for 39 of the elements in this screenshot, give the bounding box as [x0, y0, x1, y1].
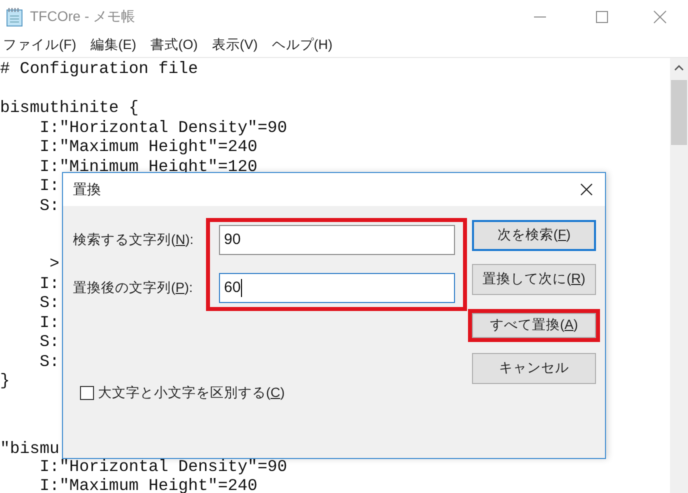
text-line: } — [0, 371, 10, 390]
field-label: 置換後の文字列(P): — [73, 278, 193, 297]
text-line: S: — [38, 352, 60, 370]
text-line: I:"Minimum Height"=120 — [38, 156, 258, 176]
text-line: S: — [38, 196, 60, 214]
text-line: > — [48, 254, 60, 273]
text-line: S: — [38, 293, 60, 312]
text-line: I: — [38, 274, 60, 292]
menu-item[interactable]: 書式(O) — [150, 34, 198, 56]
text-line: I: — [38, 176, 60, 195]
text-line: S: — [38, 332, 60, 351]
dialog-button[interactable]: 次を検索(F) — [472, 220, 596, 251]
dialog-button[interactable]: 置換して次に(R) — [472, 264, 596, 295]
field-label: 検索する文字列(N): — [73, 230, 194, 249]
scrollbar-thumb[interactable] — [671, 80, 687, 145]
text-line: I:"Horizontal Density"=90 — [38, 457, 288, 476]
scrollbar[interactable] — [670, 58, 688, 493]
case-checkbox[interactable]: 大文字と小文字を区別する(C) — [80, 383, 285, 404]
text-line: I: — [38, 312, 60, 332]
text-line: I:"Maximum Height"=240 — [38, 476, 258, 493]
window-title: TFCOre - メモ帳 — [30, 7, 135, 26]
scroll-up-icon[interactable] — [674, 64, 684, 72]
text-line: bismuthinite { — [0, 98, 139, 117]
notepad-icon — [6, 6, 24, 26]
text-line: # Configuration file — [0, 59, 198, 78]
close-icon[interactable] — [580, 183, 593, 196]
menu-item[interactable]: ファイル(F) — [3, 34, 76, 56]
text-line: "bismu — [0, 438, 60, 458]
dialog-button[interactable]: すべて置換(A) — [472, 313, 596, 338]
menu-item[interactable]: 表示(V) — [212, 34, 258, 56]
menu-item[interactable]: ヘルプ(H) — [272, 34, 332, 56]
text-line: I:"Horizontal Density"=90 — [38, 118, 288, 136]
text-line: I:"Maximum Height"=240 — [38, 137, 258, 156]
maximize-icon[interactable] — [595, 10, 609, 24]
dialog-title: 置換 — [73, 180, 101, 199]
menu-item[interactable]: 編集(E) — [90, 34, 136, 56]
dialog-button[interactable]: キャンセル — [472, 353, 596, 384]
input-field[interactable]: 60 — [219, 273, 455, 303]
input-field[interactable]: 90 — [219, 225, 455, 255]
